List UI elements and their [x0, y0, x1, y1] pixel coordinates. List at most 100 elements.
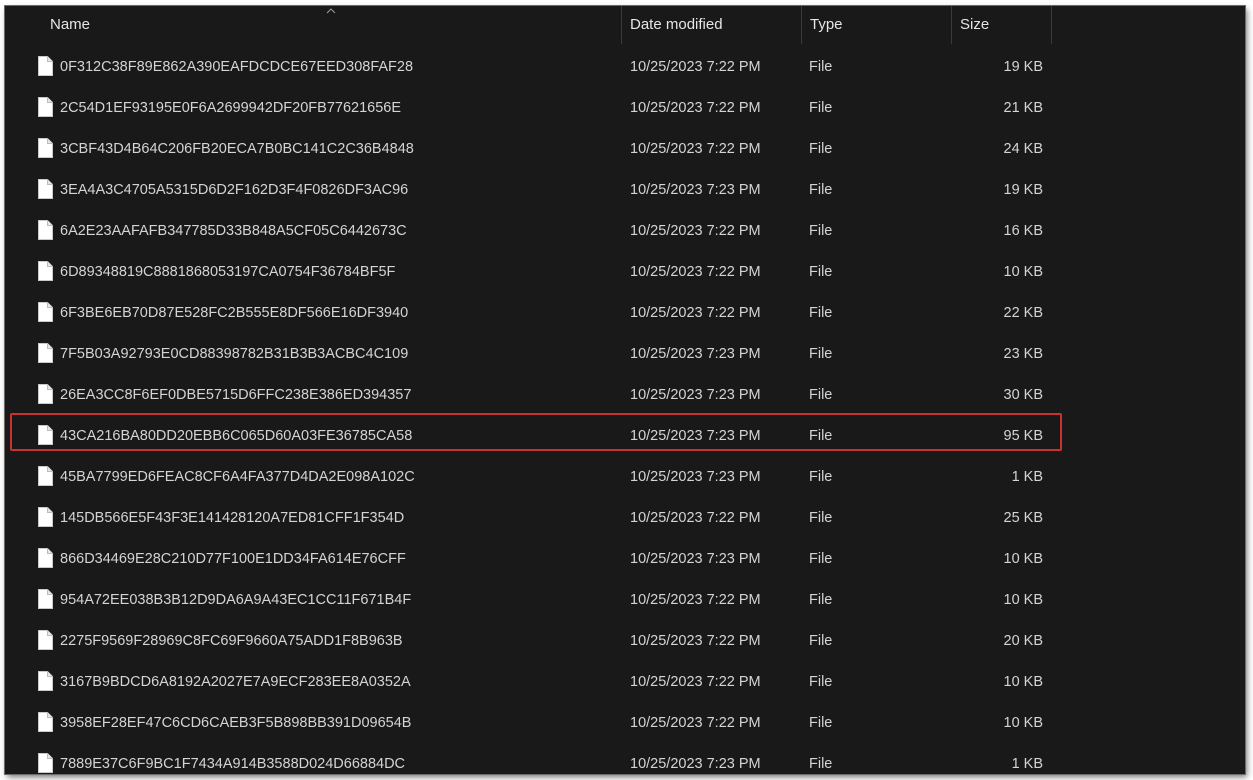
file-type: File — [809, 592, 833, 608]
file-date-modified: 10/25/2023 7:22 PM — [630, 141, 761, 157]
file-date-modified: 10/25/2023 7:22 PM — [630, 633, 761, 649]
file-name: 6D89348819C8881868053197CA0754F36784BF5F — [60, 264, 396, 280]
file-row[interactable]: 3958EF28EF47C6CD6CAEB3F5B898BB391D09654B… — [5, 703, 1045, 744]
file-type: File — [809, 264, 833, 280]
file-icon — [38, 343, 53, 363]
file-name: 26EA3CC8F6EF0DBE5715D6FFC238E386ED394357 — [60, 387, 412, 403]
file-size: 23 KB — [1003, 346, 1044, 362]
file-name: 6A2E23AAFAFB347785D33B848A5CF05C6442673C — [60, 223, 407, 239]
file-size: 10 KB — [1003, 715, 1044, 731]
file-icon — [38, 712, 53, 732]
file-name: 2275F9569F28969C8FC69F9660A75ADD1F8B963B — [60, 633, 403, 649]
file-name: 954A72EE038B3B12D9DA6A9A43EC1CC11F671B4F — [60, 592, 412, 608]
column-header-type[interactable]: Type — [810, 6, 843, 44]
file-name: 3167B9BDCD6A8192A2027E7A9ECF283EE8A0352A — [60, 674, 411, 690]
file-type: File — [809, 469, 833, 485]
file-icon — [38, 548, 53, 568]
file-type: File — [809, 182, 833, 198]
column-divider[interactable] — [801, 6, 802, 44]
file-row[interactable]: 3EA4A3C4705A5315D6D2F162D3F4F0826DF3AC96… — [5, 170, 1045, 211]
file-icon — [38, 261, 53, 281]
file-icon — [38, 507, 53, 527]
file-icon — [38, 466, 53, 486]
file-row[interactable]: 43CA216BA80DD20EBB6C065D60A03FE36785CA58… — [5, 416, 1045, 457]
file-date-modified: 10/25/2023 7:23 PM — [630, 756, 761, 772]
file-row[interactable]: 2275F9569F28969C8FC69F9660A75ADD1F8B963B… — [5, 621, 1045, 662]
file-row[interactable]: 6F3BE6EB70D87E528FC2B555E8DF566E16DF3940… — [5, 293, 1045, 334]
column-header-date-modified[interactable]: Date modified — [630, 6, 723, 44]
file-name: 7889E37C6F9BC1F7434A914B3588D024D66884DC — [60, 756, 406, 772]
column-divider[interactable] — [1051, 6, 1052, 44]
file-row[interactable]: 3CBF43D4B64C206FB20ECA7B0BC141C2C36B4848… — [5, 129, 1045, 170]
file-row[interactable]: 6D89348819C8881868053197CA0754F36784BF5F… — [5, 252, 1045, 293]
file-row[interactable]: 26EA3CC8F6EF0DBE5715D6FFC238E386ED394357… — [5, 375, 1045, 416]
file-size: 95 KB — [1003, 428, 1044, 444]
file-type: File — [809, 428, 833, 444]
file-size: 10 KB — [1003, 551, 1044, 567]
file-size: 30 KB — [1003, 387, 1044, 403]
file-name: 45BA7799ED6FEAC8CF6A4FA377D4DA2E098A102C — [60, 469, 415, 485]
file-name: 3958EF28EF47C6CD6CAEB3F5B898BB391D09654B — [60, 715, 412, 731]
file-name: 0F312C38F89E862A390EAFDCDCE67EED308FAF28 — [60, 59, 414, 75]
file-size: 19 KB — [1003, 182, 1044, 198]
file-icon — [38, 138, 53, 158]
file-size: 16 KB — [1003, 223, 1044, 239]
file-row[interactable]: 145DB566E5F43F3E141428120A7ED81CFF1F354D… — [5, 498, 1045, 539]
file-row[interactable]: 0F312C38F89E862A390EAFDCDCE67EED308FAF28… — [5, 47, 1045, 88]
file-name: 43CA216BA80DD20EBB6C065D60A03FE36785CA58 — [60, 428, 413, 444]
file-date-modified: 10/25/2023 7:22 PM — [630, 100, 761, 116]
file-size: 10 KB — [1003, 264, 1044, 280]
file-size: 20 KB — [1003, 633, 1044, 649]
file-icon — [38, 671, 53, 691]
file-row[interactable]: 954A72EE038B3B12D9DA6A9A43EC1CC11F671B4F… — [5, 580, 1045, 621]
column-header-name[interactable]: Name — [50, 6, 90, 44]
file-size: 10 KB — [1003, 674, 1044, 690]
column-header-size[interactable]: Size — [960, 6, 989, 44]
file-type: File — [809, 100, 833, 116]
sort-ascending-chevron-icon — [326, 8, 336, 14]
file-icon — [38, 589, 53, 609]
file-date-modified: 10/25/2023 7:22 PM — [630, 223, 761, 239]
file-date-modified: 10/25/2023 7:23 PM — [630, 346, 761, 362]
file-icon — [38, 220, 53, 240]
file-icon — [38, 97, 53, 117]
file-row[interactable]: 3167B9BDCD6A8192A2027E7A9ECF283EE8A0352A… — [5, 662, 1045, 703]
file-row[interactable]: 6A2E23AAFAFB347785D33B848A5CF05C6442673C… — [5, 211, 1045, 252]
file-type: File — [809, 633, 833, 649]
file-icon — [38, 56, 53, 76]
file-type: File — [809, 674, 833, 690]
file-type: File — [809, 305, 833, 321]
file-explorer-window: Name Date modified Type Size 0F312C38F89… — [5, 6, 1245, 774]
column-divider[interactable] — [621, 6, 622, 44]
file-icon — [38, 384, 53, 404]
column-header-bar: Name Date modified Type Size — [5, 6, 1245, 44]
file-size: 1 KB — [1011, 756, 1043, 772]
file-type: File — [809, 551, 833, 567]
file-date-modified: 10/25/2023 7:23 PM — [630, 387, 761, 403]
file-row[interactable]: 7F5B03A92793E0CD88398782B31B3B3ACBC4C109… — [5, 334, 1045, 375]
file-type: File — [809, 715, 833, 731]
column-divider[interactable] — [951, 6, 952, 44]
file-row[interactable]: 45BA7799ED6FEAC8CF6A4FA377D4DA2E098A102C… — [5, 457, 1045, 498]
file-list: 0F312C38F89E862A390EAFDCDCE67EED308FAF28… — [5, 47, 1245, 774]
file-type: File — [809, 223, 833, 239]
file-name: 866D34469E28C210D77F100E1DD34FA614E76CFF — [60, 551, 406, 567]
file-icon — [38, 179, 53, 199]
file-type: File — [809, 387, 833, 403]
file-type: File — [809, 510, 833, 526]
file-size: 24 KB — [1003, 141, 1044, 157]
file-row[interactable]: 2C54D1EF93195E0F6A2699942DF20FB77621656E… — [5, 88, 1045, 129]
file-icon — [38, 753, 53, 773]
file-type: File — [809, 141, 833, 157]
file-row[interactable]: 866D34469E28C210D77F100E1DD34FA614E76CFF… — [5, 539, 1045, 580]
file-size: 19 KB — [1003, 59, 1044, 75]
file-size: 10 KB — [1003, 592, 1044, 608]
file-row[interactable]: 7889E37C6F9BC1F7434A914B3588D024D66884DC… — [5, 744, 1045, 774]
file-date-modified: 10/25/2023 7:22 PM — [630, 715, 761, 731]
file-date-modified: 10/25/2023 7:22 PM — [630, 264, 761, 280]
file-icon — [38, 425, 53, 445]
file-date-modified: 10/25/2023 7:22 PM — [630, 674, 761, 690]
file-icon — [38, 302, 53, 322]
file-type: File — [809, 59, 833, 75]
file-name: 3CBF43D4B64C206FB20ECA7B0BC141C2C36B4848 — [60, 141, 414, 157]
